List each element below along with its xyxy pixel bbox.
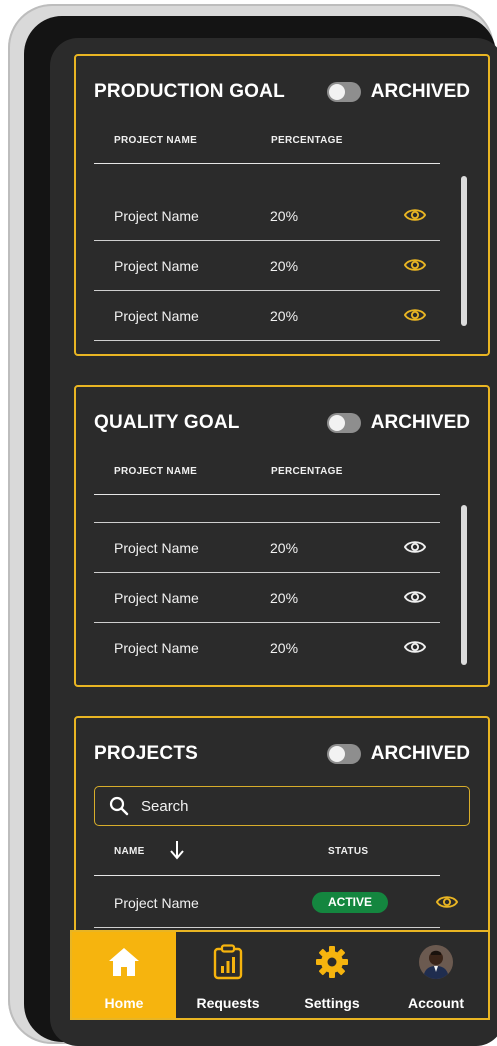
nav-label: Account — [408, 995, 464, 1011]
project-name: Project Name — [114, 590, 199, 606]
quality-goal-panel: QUALITY GOAL ARCHIVED PROJECT NAME PERCE… — [74, 385, 490, 687]
table-row[interactable]: Project Name 20% — [94, 291, 440, 341]
production-goal-panel: PRODUCTION GOAL ARCHIVED PROJECT NAME PE… — [74, 54, 490, 356]
archived-toggle-group: ARCHIVED — [326, 412, 470, 434]
status-badge: ACTIVE — [312, 892, 388, 913]
nav-label: Home — [104, 995, 144, 1011]
header-divider — [94, 163, 440, 164]
scrollbar[interactable] — [461, 505, 467, 665]
header-divider — [94, 875, 440, 876]
column-header-project-name[interactable]: PROJECT NAME — [114, 135, 197, 146]
project-name: Project Name — [114, 208, 199, 224]
bottom-nav: Home Requests Settings Account — [70, 930, 490, 1020]
column-header-status[interactable]: STATUS — [328, 846, 368, 857]
archived-toggle-group: ARCHIVED — [326, 81, 470, 103]
search-icon — [109, 796, 129, 816]
clipboard-chart-icon — [213, 944, 243, 980]
percentage-value: 20% — [270, 258, 299, 274]
archived-label: ARCHIVED — [370, 412, 470, 433]
project-name: Project Name — [114, 895, 199, 911]
phone-bezel: PRODUCTION GOAL ARCHIVED PROJECT NAME PE… — [24, 16, 497, 1046]
archived-toggle-group: ARCHIVED — [326, 743, 470, 765]
project-name: Project Name — [114, 258, 199, 274]
column-header-percentage[interactable]: PERCENTAGE — [271, 135, 343, 146]
table-row[interactable]: Project Name 20% — [94, 241, 440, 291]
project-name: Project Name — [114, 640, 199, 656]
percentage-value: 20% — [270, 208, 299, 224]
phone-frame: PRODUCTION GOAL ARCHIVED PROJECT NAME PE… — [8, 4, 497, 1046]
panel-title: PROJECTS — [94, 743, 199, 764]
avatar — [419, 945, 453, 979]
table-row[interactable]: Project Name 20% — [94, 191, 440, 241]
eye-icon[interactable] — [404, 257, 426, 273]
gear-icon — [316, 946, 348, 978]
percentage-value: 20% — [270, 590, 299, 606]
panel-title: QUALITY GOAL — [94, 412, 240, 433]
nav-item-account[interactable]: Account — [384, 932, 488, 1018]
app-screen: PRODUCTION GOAL ARCHIVED PROJECT NAME PE… — [50, 38, 497, 1046]
projects-header: PROJECTS ARCHIVED — [94, 740, 470, 768]
nav-label: Requests — [196, 995, 260, 1011]
eye-icon[interactable] — [404, 639, 426, 655]
archived-label: ARCHIVED — [370, 81, 470, 102]
column-header-percentage[interactable]: PERCENTAGE — [271, 466, 343, 477]
table-row[interactable]: Project Name 20% — [94, 623, 440, 673]
archived-toggle[interactable] — [326, 413, 361, 433]
table-row[interactable]: Project Name ACTIVE — [94, 878, 458, 928]
column-header-name[interactable]: NAME — [114, 846, 145, 857]
eye-icon[interactable] — [436, 894, 458, 910]
scrollbar[interactable] — [461, 176, 467, 326]
quality-goal-header: QUALITY GOAL ARCHIVED — [94, 409, 470, 437]
eye-icon[interactable] — [404, 589, 426, 605]
header-divider — [94, 494, 440, 495]
panel-title: PRODUCTION GOAL — [94, 81, 285, 102]
percentage-value: 20% — [270, 308, 299, 324]
archived-toggle[interactable] — [326, 744, 361, 764]
eye-icon[interactable] — [404, 207, 426, 223]
projects-list: Project Name ACTIVE — [94, 878, 458, 928]
production-goal-list: Project Name 20% Project Name 20% Projec… — [94, 191, 440, 341]
project-name: Project Name — [114, 540, 199, 556]
quality-goal-list: Project Name 20% Project Name 20% Projec… — [94, 522, 440, 673]
nav-label: Settings — [304, 995, 360, 1011]
project-name: Project Name — [114, 308, 199, 324]
sort-down-icon[interactable] — [168, 839, 186, 861]
eye-icon[interactable] — [404, 539, 426, 555]
archived-label: ARCHIVED — [370, 743, 470, 764]
search-placeholder: Search — [141, 797, 189, 815]
nav-item-settings[interactable]: Settings — [280, 932, 384, 1018]
eye-icon[interactable] — [404, 307, 426, 323]
table-row[interactable]: Project Name 20% — [94, 573, 440, 623]
nav-item-requests[interactable]: Requests — [176, 932, 280, 1018]
percentage-value: 20% — [270, 540, 299, 556]
home-icon — [109, 948, 139, 976]
search-input[interactable]: Search — [94, 786, 470, 826]
nav-item-home[interactable]: Home — [72, 932, 176, 1018]
production-goal-header: PRODUCTION GOAL ARCHIVED — [94, 78, 470, 106]
archived-toggle[interactable] — [326, 82, 361, 102]
percentage-value: 20% — [270, 640, 299, 656]
column-header-project-name[interactable]: PROJECT NAME — [114, 466, 197, 477]
table-row[interactable]: Project Name 20% — [94, 523, 440, 573]
